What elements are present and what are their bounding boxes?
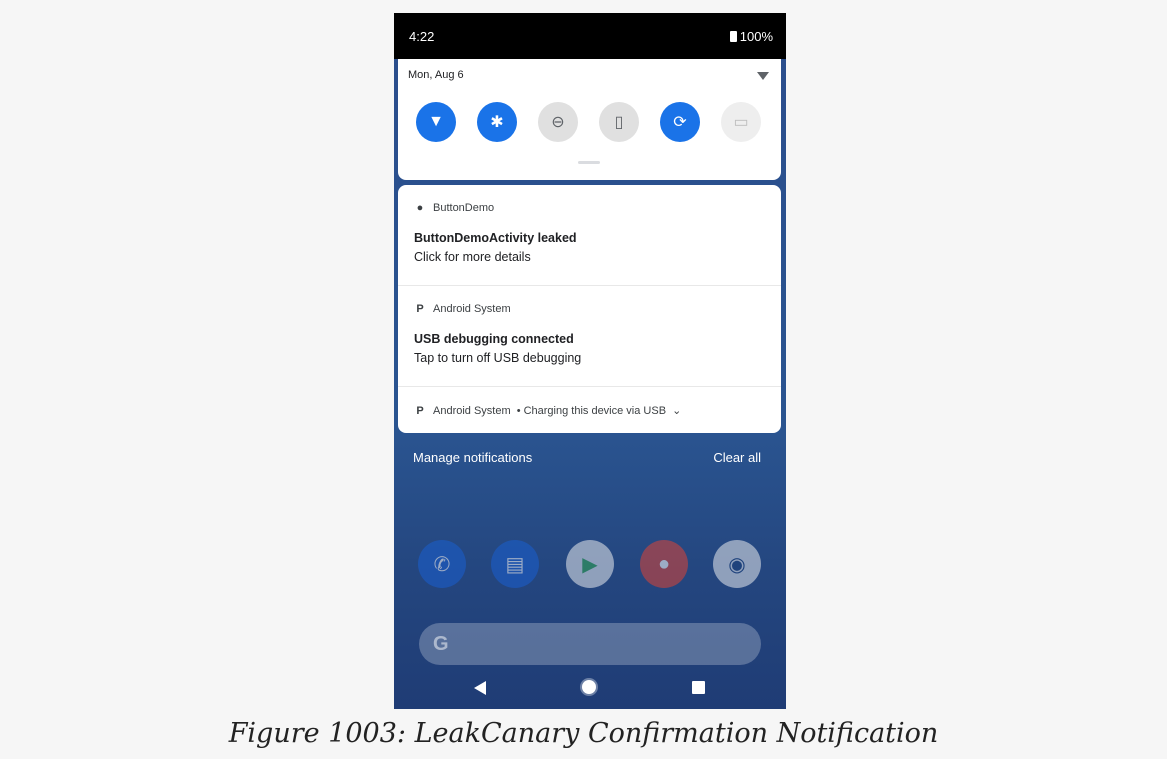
flashlight-icon: ▯	[614, 114, 624, 131]
qs-date: Mon, Aug 6	[408, 69, 464, 81]
notification-title: USB debugging connected	[414, 332, 574, 346]
notification-header: ● ButtonDemo	[414, 202, 494, 214]
manage-notifications-button[interactable]: Manage notifications	[413, 450, 532, 465]
notification-header: P Android System	[414, 303, 511, 315]
chrome-app-icon[interactable]: ●	[640, 540, 688, 588]
auto-rotate-icon: ⟳	[673, 114, 687, 131]
messages-app-icon[interactable]: ▤	[491, 540, 539, 588]
notification-app-name: ButtonDemo	[433, 202, 495, 214]
battery-icon	[729, 31, 737, 42]
battery-saver-tile[interactable]: ▭	[721, 102, 761, 142]
notification-app-name: Android System	[433, 303, 511, 315]
battery-level: 100%	[739, 29, 773, 44]
wifi-tile[interactable]: ▼	[416, 102, 456, 142]
play-store-app-icon[interactable]: ▶	[566, 540, 614, 588]
notification-charging[interactable]: P Android System • Charging this device vi…	[398, 387, 781, 433]
notification-usb-debugging[interactable]: P Android System USB debugging connected …	[398, 286, 781, 387]
leakcanary-icon: ●	[416, 202, 424, 214]
phone-app-icon[interactable]: ✆	[418, 540, 466, 588]
home-icon[interactable]	[582, 680, 596, 694]
bluetooth-tile[interactable]: ✱	[477, 102, 517, 142]
quick-settings-panel: Mon, Aug 6 ▼ ✱ ⊖ ▯ ⟳ ▭	[398, 59, 781, 180]
battery-status: 100%	[729, 29, 773, 44]
figure-caption: Figure 1003: LeakCanary Confirmation Not…	[228, 718, 939, 749]
notification-app-name: Android System	[433, 405, 511, 417]
header-separator: •	[516, 405, 521, 417]
notification-body: Tap to turn off USB debugging	[414, 351, 582, 365]
phone-screen: 4:22 100% Mon, Aug 6 ▼ ✱ ⊖ ▯ ⟳ ▭ ● Button…	[394, 13, 786, 709]
notification-header: P Android System • Charging this device vi…	[414, 404, 681, 417]
notification-summary: Charging this device via USB	[523, 405, 667, 417]
status-bar: 4:22 100%	[394, 13, 786, 59]
wifi-signal-icon	[757, 72, 769, 80]
bluetooth-icon: ✱	[490, 114, 504, 131]
do-not-disturb-icon: ⊖	[551, 114, 565, 131]
google-search-bar[interactable]: G	[419, 623, 761, 665]
recents-icon[interactable]	[692, 681, 705, 694]
battery-saver-icon: ▭	[733, 114, 749, 131]
notification-buttondemo[interactable]: ● ButtonDemo ButtonDemoActivity leaked Cl…	[398, 185, 781, 286]
notification-list: ● ButtonDemo ButtonDemoActivity leaked Cl…	[398, 185, 781, 433]
do-not-disturb-tile[interactable]: ⊖	[538, 102, 578, 142]
google-g-icon: G	[433, 633, 449, 655]
clear-all-button[interactable]: Clear all	[713, 450, 761, 465]
android-system-icon: P	[416, 405, 424, 417]
chevron-down-icon[interactable]: ⌄	[672, 405, 681, 417]
home-dock: ✆ ▤ ▶ ● ◉	[394, 540, 786, 588]
android-system-icon: P	[416, 303, 424, 315]
back-icon[interactable]	[474, 681, 486, 695]
status-time: 4:22	[409, 29, 435, 44]
navigation-bar	[394, 667, 786, 709]
notification-title: ButtonDemoActivity leaked	[414, 231, 577, 245]
flashlight-tile[interactable]: ▯	[599, 102, 639, 142]
camera-app-icon[interactable]: ◉	[713, 540, 761, 588]
auto-rotate-tile[interactable]: ⟳	[660, 102, 700, 142]
wifi-icon: ▼	[428, 113, 444, 130]
notification-body: Click for more details	[414, 250, 531, 264]
qs-expand-handle[interactable]	[578, 161, 600, 164]
